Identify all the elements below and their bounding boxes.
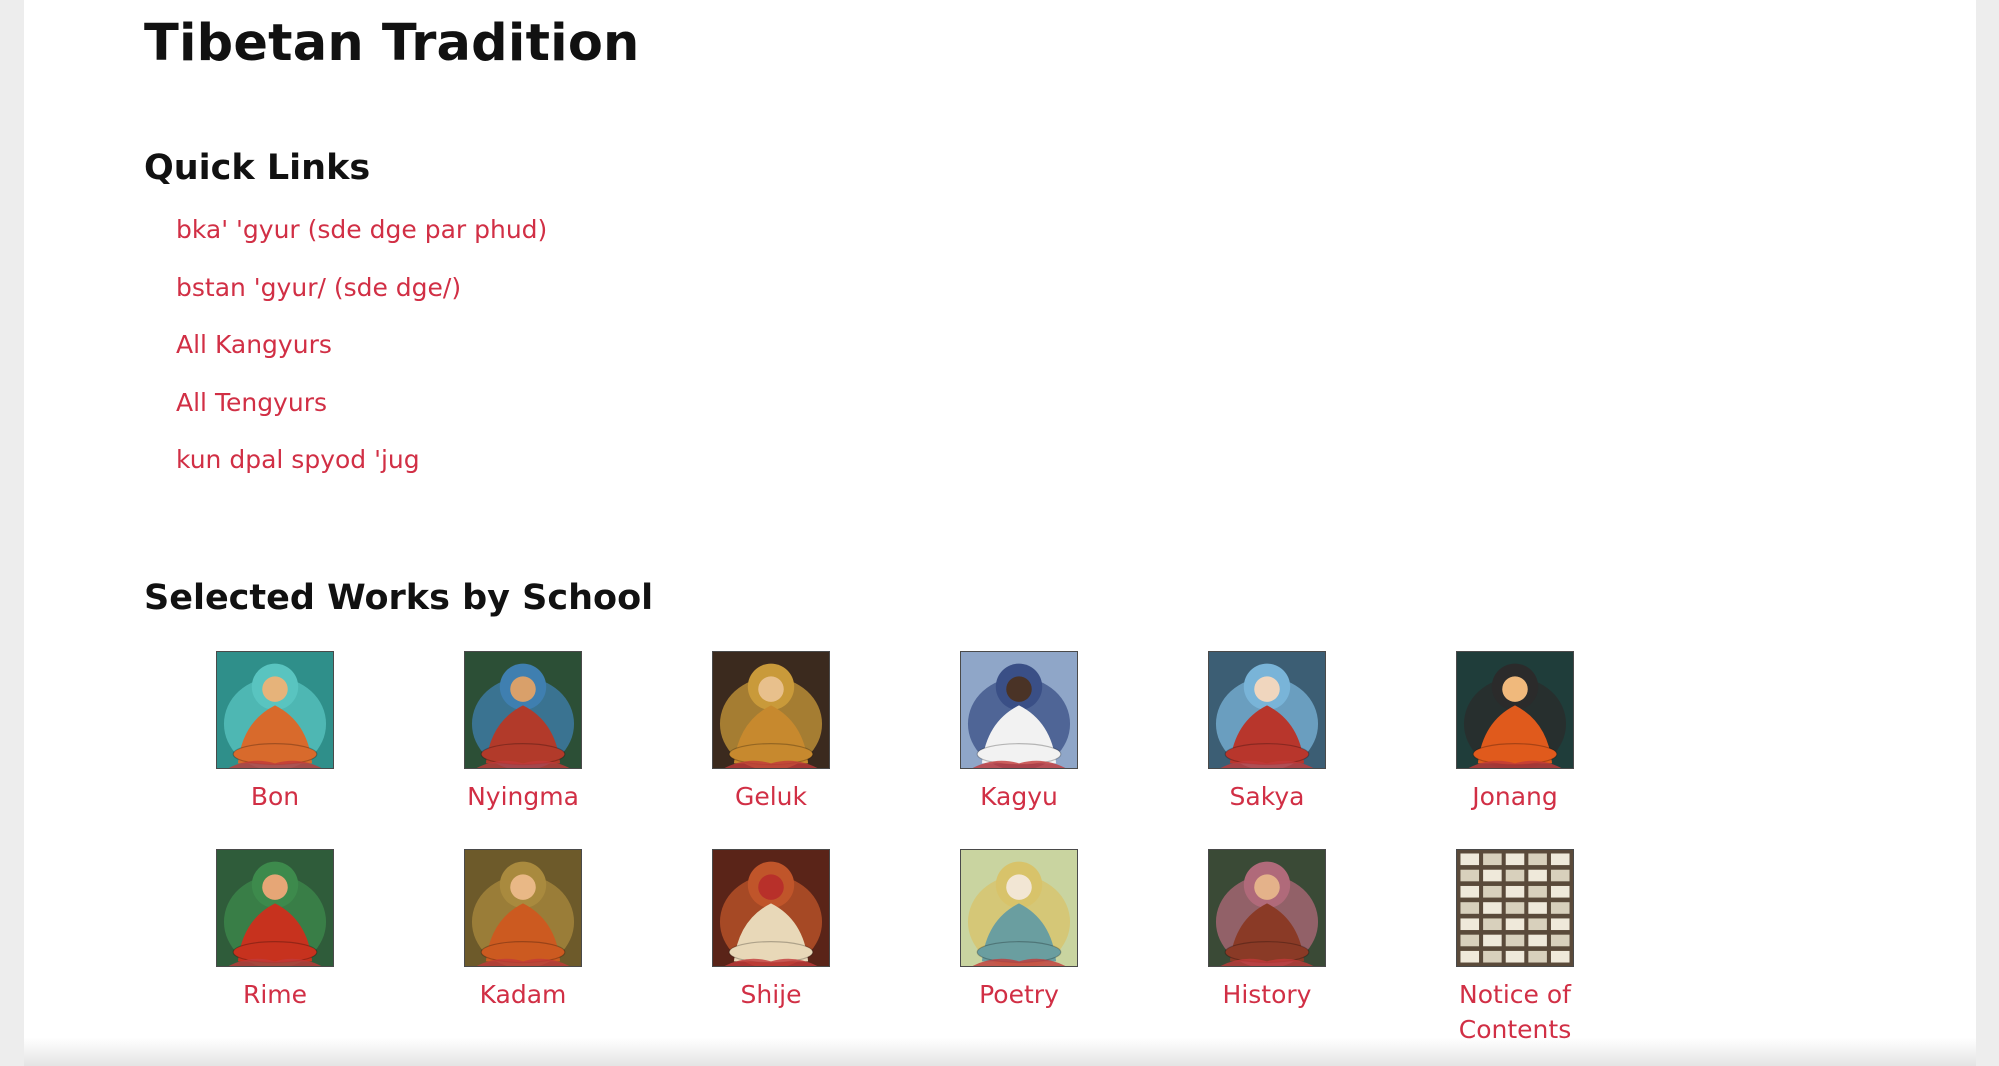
school-link-rime[interactable]: Rime [180, 849, 370, 1012]
school-label[interactable]: Jonang [1420, 779, 1610, 814]
quick-link-item: All Kangyurs [176, 327, 547, 385]
quick-link-all-kangyurs[interactable]: All Kangyurs [176, 330, 332, 359]
school-link-bon[interactable]: Bon [180, 651, 370, 814]
school-label[interactable]: Shije [676, 977, 866, 1012]
bottom-fade [24, 1038, 1976, 1066]
sakya-thangka-icon[interactable] [1208, 651, 1326, 769]
library-shelves-icon[interactable] [1456, 849, 1574, 967]
school-label[interactable]: Kagyu [924, 779, 1114, 814]
school-label[interactable]: Poetry [924, 977, 1114, 1012]
rime-thangka-icon[interactable] [216, 849, 334, 967]
school-link-nyingma[interactable]: Nyingma [428, 651, 618, 814]
school-link-shije[interactable]: Shije [676, 849, 866, 1012]
quick-link-item: bka' 'gyur (sde dge par phud) [176, 212, 547, 270]
school-link-jonang[interactable]: Jonang [1420, 651, 1610, 814]
bon-thangka-icon[interactable] [216, 651, 334, 769]
selected-works-heading: Selected Works by School [144, 578, 654, 618]
history-thangka-icon[interactable] [1208, 849, 1326, 967]
quick-links-list: bka' 'gyur (sde dge par phud) bstan 'gyu… [176, 212, 547, 500]
geluk-thangka-icon[interactable] [712, 651, 830, 769]
school-link-kagyu[interactable]: Kagyu [924, 651, 1114, 814]
nyingma-thangka-icon[interactable] [464, 651, 582, 769]
school-label[interactable]: Bon [180, 779, 370, 814]
page-title: Tibetan Tradition [144, 14, 640, 73]
jonang-thangka-icon[interactable] [1456, 651, 1574, 769]
school-link-history[interactable]: History [1172, 849, 1362, 1012]
quick-link-sde-dge-tengyur[interactable]: bstan 'gyur/ (sde dge/) [176, 273, 461, 302]
school-label[interactable]: Rime [180, 977, 370, 1012]
quick-link-item: All Tengyurs [176, 385, 547, 443]
school-link-geluk[interactable]: Geluk [676, 651, 866, 814]
school-label[interactable]: History [1172, 977, 1362, 1012]
poetry-thangka-icon[interactable] [960, 849, 1078, 967]
school-label[interactable]: Sakya [1172, 779, 1362, 814]
school-label[interactable]: Nyingma [428, 779, 618, 814]
kagyu-thangka-icon[interactable] [960, 651, 1078, 769]
page-container: Tibetan Tradition Quick Links bka' 'gyur… [24, 0, 1976, 1066]
quick-links-heading: Quick Links [144, 148, 371, 188]
school-link-notice-of-contents[interactable]: Notice of Contents [1420, 849, 1610, 1047]
quick-link-item: kun dpal spyod 'jug [176, 442, 547, 500]
shije-thangka-icon[interactable] [712, 849, 830, 967]
quick-link-kun-dpal-spyod-jug[interactable]: kun dpal spyod 'jug [176, 445, 420, 474]
kadam-thangka-icon[interactable] [464, 849, 582, 967]
school-link-poetry[interactable]: Poetry [924, 849, 1114, 1012]
school-label[interactable]: Kadam [428, 977, 618, 1012]
quick-link-all-tengyurs[interactable]: All Tengyurs [176, 388, 327, 417]
school-label[interactable]: Geluk [676, 779, 866, 814]
school-link-kadam[interactable]: Kadam [428, 849, 618, 1012]
school-label[interactable]: Notice of Contents [1445, 977, 1585, 1047]
quick-link-sde-dge-kangyur[interactable]: bka' 'gyur (sde dge par phud) [176, 215, 547, 244]
school-link-sakya[interactable]: Sakya [1172, 651, 1362, 814]
quick-link-item: bstan 'gyur/ (sde dge/) [176, 270, 547, 328]
